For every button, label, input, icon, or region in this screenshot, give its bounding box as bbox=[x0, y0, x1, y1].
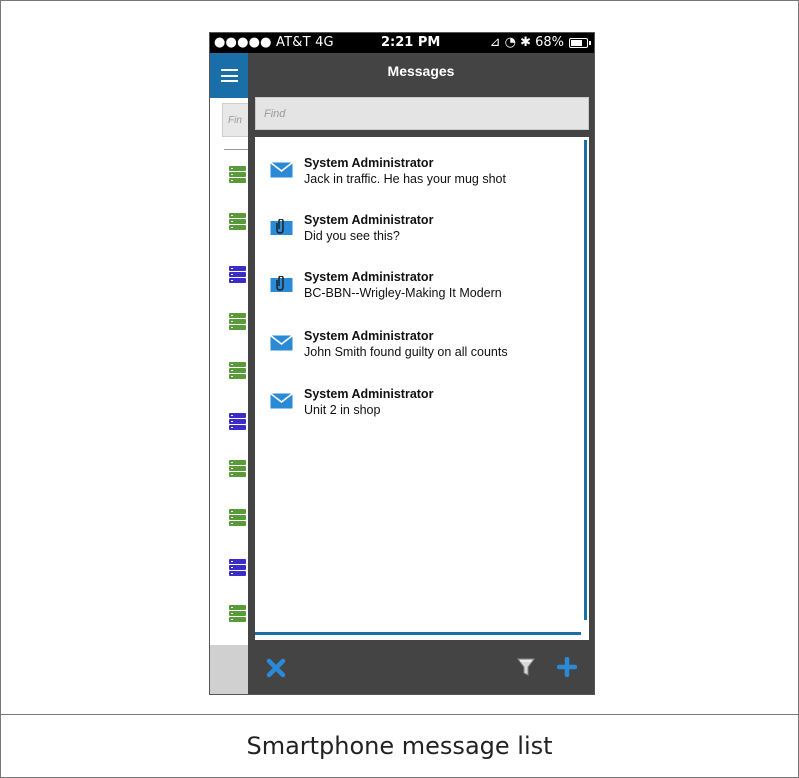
vertical-scrollbar[interactable] bbox=[584, 140, 587, 620]
close-icon[interactable] bbox=[265, 657, 287, 679]
server-icon bbox=[229, 362, 246, 379]
message-sender: System Administrator bbox=[304, 329, 434, 343]
add-icon[interactable] bbox=[557, 657, 577, 677]
panel-footer bbox=[248, 645, 594, 694]
hamburger-menu-button[interactable] bbox=[210, 53, 248, 98]
horizontal-scrollbar[interactable] bbox=[255, 632, 581, 635]
background-footer bbox=[210, 645, 248, 694]
message-sender: System Administrator bbox=[304, 213, 434, 227]
message-list: System Administrator Jack in traffic. He … bbox=[255, 137, 589, 640]
envelope-icon bbox=[270, 162, 293, 178]
message-subject: Jack in traffic. He has your mug shot bbox=[304, 172, 506, 186]
message-subject: Unit 2 in shop bbox=[304, 403, 381, 417]
carrier-signal: ●●●●● AT&T 4G bbox=[214, 35, 334, 50]
message-item[interactable]: System Administrator Unit 2 in shop bbox=[267, 385, 567, 425]
battery-icon bbox=[569, 38, 591, 48]
server-icon bbox=[229, 559, 246, 576]
panel-title: Messages bbox=[387, 63, 455, 79]
message-item[interactable]: System Administrator Did you see this? bbox=[267, 211, 567, 251]
message-sender: System Administrator bbox=[304, 387, 434, 401]
message-sender: System Administrator bbox=[304, 270, 434, 284]
server-icon bbox=[229, 266, 246, 283]
server-icon bbox=[229, 509, 246, 526]
server-icon bbox=[229, 413, 246, 430]
status-bar: ●●●●● AT&T 4G 2:21 PM ⊿ ◔ ✱ 68% bbox=[210, 33, 594, 53]
server-icon bbox=[229, 213, 246, 230]
server-icon bbox=[229, 605, 246, 622]
find-input[interactable] bbox=[255, 97, 589, 130]
message-subject: John Smith found guilty on all counts bbox=[304, 345, 508, 359]
status-time: 2:21 PM bbox=[381, 35, 441, 50]
message-item[interactable]: System Administrator BC-BBN--Wrigley-Maki… bbox=[267, 268, 567, 308]
message-item[interactable]: System Administrator John Smith found gui… bbox=[267, 327, 567, 367]
hamburger-icon bbox=[220, 69, 238, 82]
server-icon bbox=[229, 460, 246, 477]
envelope-icon bbox=[270, 335, 293, 351]
phone-screen: ●●●●● AT&T 4G 2:21 PM ⊿ ◔ ✱ 68% Fin Mess… bbox=[209, 32, 595, 695]
figure-caption: Smartphone message list bbox=[246, 732, 553, 760]
message-subject: Did you see this? bbox=[304, 229, 400, 243]
message-item[interactable]: System Administrator Jack in traffic. He … bbox=[267, 154, 567, 194]
battery-percent: ⊿ ◔ ✱ 68% bbox=[489, 35, 564, 50]
attachment-icon bbox=[270, 276, 293, 292]
server-icon bbox=[229, 166, 246, 183]
attachment-icon bbox=[270, 219, 293, 235]
envelope-icon bbox=[270, 393, 293, 409]
message-subject: BC-BBN--Wrigley-Making It Modern bbox=[304, 286, 502, 300]
background-app: Fin bbox=[210, 53, 262, 694]
messages-panel: Messages System Administrator Jack in tra… bbox=[248, 53, 594, 694]
message-sender: System Administrator bbox=[304, 156, 434, 170]
server-icon bbox=[229, 313, 246, 330]
filter-icon[interactable] bbox=[517, 657, 535, 677]
